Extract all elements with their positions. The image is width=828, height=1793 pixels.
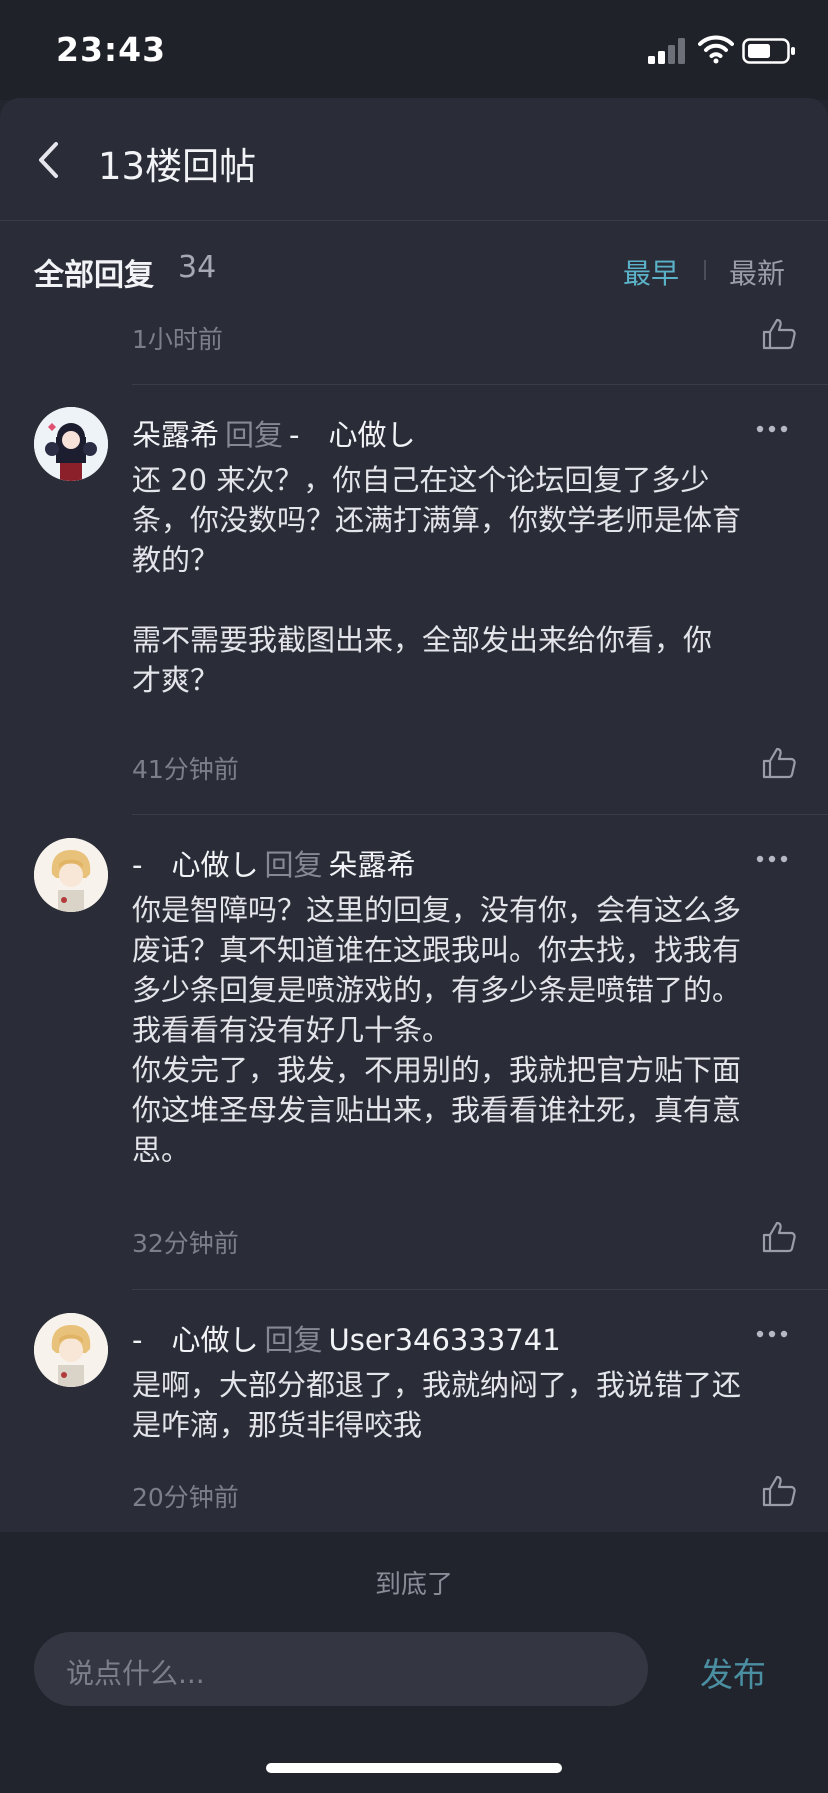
reply-target[interactable]: - 心做し bbox=[289, 418, 415, 452]
comment-time: 20分钟前 bbox=[132, 1483, 239, 1512]
comment-author[interactable]: - 心做し bbox=[132, 1323, 258, 1357]
comment-text: 你是智障吗？这里的回复，没有你，会有这么多 废话？真不知道谁在这跟我叫。你去找，… bbox=[132, 893, 742, 1167]
reply-word: 回复 bbox=[264, 848, 323, 882]
avatar[interactable] bbox=[34, 407, 108, 481]
divider bbox=[132, 814, 828, 815]
reply-target[interactable]: 朵露希 bbox=[328, 848, 415, 882]
divider bbox=[132, 384, 828, 385]
like-icon[interactable] bbox=[762, 318, 796, 350]
more-icon[interactable] bbox=[756, 1329, 788, 1339]
comment-time: 32分钟前 bbox=[132, 1229, 239, 1258]
status-time: 23:43 bbox=[56, 30, 167, 69]
like-icon[interactable] bbox=[762, 747, 796, 779]
comment-header: - 心做し 回复 User346333741 bbox=[132, 1317, 561, 1359]
comment-time: 1小时前 bbox=[132, 325, 223, 354]
like-icon[interactable] bbox=[762, 1221, 796, 1253]
comment-text: 是啊，大部分都退了，我就纳闷了，我说错了还 是咋滴，那货非得咬我 bbox=[132, 1368, 742, 1442]
sort-earliest-tab[interactable]: 最早 bbox=[623, 252, 679, 292]
reply-target[interactable]: User346333741 bbox=[328, 1323, 560, 1357]
reply-word: 回复 bbox=[264, 1323, 323, 1357]
avatar[interactable] bbox=[34, 1313, 108, 1387]
home-indicator[interactable] bbox=[266, 1763, 562, 1773]
battery-icon bbox=[742, 38, 795, 64]
reply-count: 34 bbox=[178, 250, 217, 285]
like-icon[interactable] bbox=[762, 1475, 796, 1507]
more-icon[interactable] bbox=[756, 424, 788, 434]
signal-icon bbox=[648, 38, 685, 64]
comment-author[interactable]: - 心做し bbox=[132, 848, 258, 882]
reply-word: 回复 bbox=[225, 418, 284, 452]
comment-text: 还 20 来次？，你自己在这个论坛回复了多少 条，你没数吗？还满打满算，你数学老… bbox=[132, 463, 742, 697]
comment-time: 41分钟前 bbox=[132, 755, 239, 784]
end-of-list-text: 到底了 bbox=[374, 1570, 453, 1600]
page-title: 13楼回帖 bbox=[98, 145, 257, 188]
comment-header: - 心做し 回复 朵露希 bbox=[132, 842, 416, 884]
more-icon[interactable] bbox=[756, 854, 788, 864]
publish-button[interactable]: 发布 bbox=[700, 1648, 766, 1696]
avatar[interactable] bbox=[34, 838, 108, 912]
divider bbox=[132, 1289, 828, 1290]
comment-header: 朵露希 回复 - 心做し bbox=[132, 412, 416, 454]
sort-newest-tab[interactable]: 最新 bbox=[729, 252, 785, 292]
all-replies-label: 全部回复 bbox=[34, 258, 154, 293]
back-icon[interactable] bbox=[36, 140, 60, 180]
comment-input-placeholder[interactable]: 说点什么... bbox=[66, 1652, 205, 1692]
comment-author[interactable]: 朵露希 bbox=[132, 418, 219, 452]
sort-divider bbox=[704, 260, 706, 280]
wifi-icon bbox=[698, 35, 734, 64]
